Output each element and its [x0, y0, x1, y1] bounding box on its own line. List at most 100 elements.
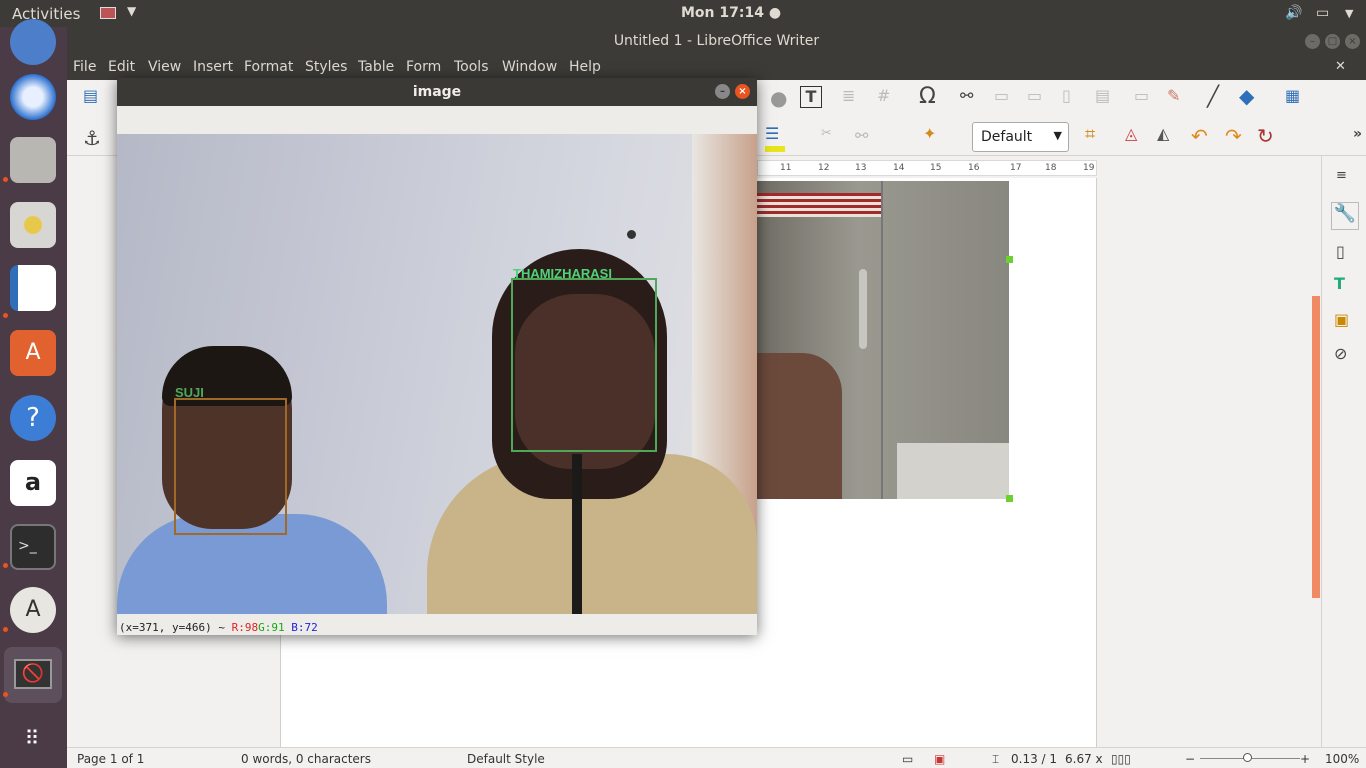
wall-hole	[627, 230, 636, 239]
selection-mode-icon[interactable]: ▭	[902, 752, 913, 766]
properties-icon[interactable]: 🔧	[1331, 202, 1359, 230]
rotate-icon[interactable]: ↻	[1257, 124, 1274, 148]
ruler-tick: 13	[855, 163, 867, 173]
menu-edit[interactable]: Edit	[108, 59, 135, 75]
footnote-icon[interactable]: ▭	[994, 86, 1009, 105]
rotate-left-icon[interactable]: ↶	[1191, 124, 1208, 148]
horizontal-ruler[interactable]: 11 12 13 14 15 16 17 18 19	[757, 160, 1097, 176]
camera-frame[interactable]: SUJI THAMIZHARASI	[117, 134, 757, 614]
ruler-tick: 14	[893, 163, 905, 173]
files-icon[interactable]	[10, 137, 56, 183]
header-footer-icon[interactable]: ≣	[842, 86, 855, 105]
endnote-icon[interactable]: ▭	[1027, 86, 1042, 105]
zoom-level[interactable]: 100%	[1325, 752, 1359, 766]
resize-handle[interactable]	[1006, 495, 1013, 502]
field-icon[interactable]: #	[877, 86, 890, 105]
draw-functions-icon[interactable]: ▦	[1285, 86, 1300, 105]
view-layout-icons[interactable]: ▯▯▯	[1111, 752, 1131, 766]
close-document-icon[interactable]: ✕	[1335, 59, 1346, 74]
highlight-color-bar[interactable]	[765, 146, 785, 152]
menu-tools[interactable]: Tools	[454, 59, 489, 75]
close-button[interactable]: ×	[735, 84, 750, 99]
amazon-icon[interactable]: a	[10, 460, 56, 506]
page-icon[interactable]: ▯	[1336, 242, 1345, 261]
image-window[interactable]: image – × SUJI THAMIZHARASI (x=371, y=46…	[117, 78, 757, 635]
menu-form[interactable]: Form	[406, 59, 441, 75]
maximize-button[interactable]: □	[1325, 34, 1340, 49]
show-apps-icon[interactable]: ⠿	[10, 715, 56, 761]
resize-handle[interactable]	[1006, 256, 1013, 263]
chromium-icon[interactable]	[10, 19, 56, 65]
flip-vertical-icon[interactable]: ◬	[1125, 124, 1137, 143]
menu-format[interactable]: Format	[244, 59, 293, 75]
rotate-right-icon[interactable]: ↷	[1225, 124, 1242, 148]
menu-file[interactable]: File	[73, 59, 96, 75]
comment-icon[interactable]: ▭	[1134, 86, 1149, 105]
track-changes-icon[interactable]: ✎	[1167, 86, 1180, 105]
menu-view[interactable]: View	[148, 59, 181, 75]
blocked-app-icon[interactable]: 🚫	[4, 647, 62, 703]
help-icon[interactable]: ?	[10, 395, 56, 441]
hyperlink-icon[interactable]: ⚯	[960, 86, 973, 105]
close-button[interactable]: ×	[1345, 34, 1360, 49]
cut-icon[interactable]: ✂	[821, 126, 832, 141]
styles-icon[interactable]: T	[1334, 274, 1345, 293]
wrap-icon[interactable]: ☰	[765, 124, 779, 143]
sidebar-menu-icon[interactable]: ≡	[1336, 168, 1347, 183]
crop-icon[interactable]: ⌗	[1085, 124, 1095, 145]
page-count[interactable]: Page 1 of 1	[77, 752, 144, 766]
more-tools-icon[interactable]: »	[1353, 126, 1362, 142]
red-blinds	[757, 193, 882, 217]
zoom-out-icon[interactable]: −	[1185, 752, 1195, 766]
clock[interactable]: Mon 17:14 ●	[681, 5, 781, 21]
anchor-icon[interactable]: ⚓	[83, 126, 101, 150]
minimize-button[interactable]: –	[715, 84, 730, 99]
frame-style-select[interactable]: Default ▼	[972, 122, 1069, 152]
shape-icon[interactable]: ●	[770, 86, 787, 110]
page-style[interactable]: Default Style	[467, 752, 545, 766]
volume-icon[interactable]: 🔊	[1285, 5, 1302, 21]
system-menu-icon[interactable]: ▼	[1345, 7, 1353, 20]
inserted-image[interactable]	[757, 181, 1009, 499]
rhythmbox-icon[interactable]	[10, 202, 56, 248]
menu-insert[interactable]: Insert	[193, 59, 233, 75]
software-center-icon[interactable]: A	[10, 330, 56, 376]
navigator-icon[interactable]: ⊘	[1334, 344, 1347, 363]
writer-icon[interactable]	[10, 265, 56, 311]
statusbar: Page 1 of 1 0 words, 0 characters Defaul…	[67, 747, 1366, 768]
gallery-icon[interactable]: ▣	[1334, 310, 1349, 329]
link-icon[interactable]: ⚯	[855, 126, 868, 145]
zoom-slider-thumb[interactable]	[1243, 753, 1252, 762]
door-edge	[881, 181, 883, 499]
scrollbar-thumb[interactable]	[1312, 296, 1320, 598]
person-shoulder	[757, 353, 842, 499]
minimize-button[interactable]: –	[1305, 34, 1320, 49]
sidebar: ≡ 🔧 ▯ T ▣ ⊘	[1312, 156, 1366, 747]
window-title: Untitled 1 - LibreOffice Writer	[613, 33, 820, 49]
software-updater-icon[interactable]: A	[10, 587, 56, 633]
terminal-icon[interactable]: >_	[10, 524, 56, 570]
keyboard-flag-icon[interactable]	[100, 7, 116, 19]
top-panel: Activities ▼ Mon 17:14 ● 🔊 ▭ ▼	[0, 0, 1366, 27]
line-icon[interactable]: ╱	[1207, 84, 1219, 108]
special-character-icon[interactable]: Ω	[919, 84, 936, 109]
text-box-icon[interactable]: T	[800, 86, 822, 108]
zoom-in-icon[interactable]: +	[1300, 752, 1310, 766]
thunderbird-icon[interactable]	[10, 74, 56, 120]
flip-horizontal-icon[interactable]: ◭	[1157, 124, 1169, 143]
image-window-titlebar[interactable]: image – ×	[117, 78, 757, 106]
menu-window[interactable]: Window	[502, 59, 557, 75]
menu-styles[interactable]: Styles	[305, 59, 347, 75]
bookmark-icon[interactable]: ▯	[1062, 86, 1071, 105]
chevron-down-icon[interactable]: ▼	[127, 4, 136, 18]
save-status-icon: ▣	[934, 752, 946, 766]
battery-icon[interactable]: ▭	[1316, 5, 1329, 21]
face-label-thamizharasi: THAMIZHARASI	[513, 266, 612, 281]
cross-reference-icon[interactable]: ▤	[1095, 86, 1110, 105]
menu-help[interactable]: Help	[569, 59, 601, 75]
word-count[interactable]: 0 words, 0 characters	[241, 752, 371, 766]
basic-shapes-icon[interactable]: ◆	[1239, 84, 1254, 108]
magic-wand-icon[interactable]: ✦	[923, 124, 936, 143]
menu-table[interactable]: Table	[358, 59, 394, 75]
paragraph-style-icon[interactable]: ▤	[83, 86, 98, 105]
